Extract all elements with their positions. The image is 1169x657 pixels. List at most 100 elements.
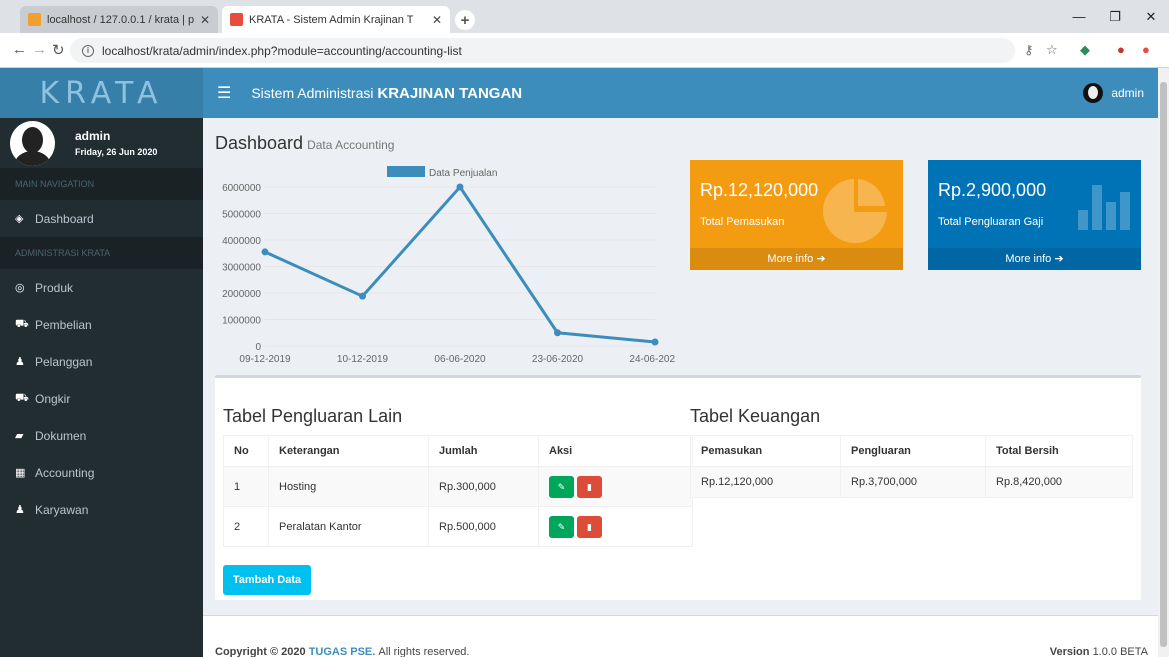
truck-icon: ⛟ <box>15 391 29 404</box>
y-tick-label: 4000000 <box>222 236 261 247</box>
more-info-link[interactable]: More info ➔ <box>928 248 1141 270</box>
y-tick-label: 5000000 <box>222 210 261 221</box>
close-window-button[interactable]: ✕ <box>1133 0 1169 33</box>
user-icon: ♟ <box>15 356 25 368</box>
key-icon[interactable]: ⚷ <box>1024 42 1034 58</box>
version-number: 1.0.0 BETA <box>1092 646 1148 657</box>
sidebar-item-ongkir[interactable]: ⛟ Ongkir <box>0 380 203 417</box>
scrollbar-thumb[interactable] <box>1160 82 1167 647</box>
y-tick-label: 1000000 <box>222 316 261 327</box>
sidebar-item-label: Pelanggan <box>35 354 93 369</box>
cell-jumlah: Rp.500,000 <box>428 506 539 547</box>
legend-label: Data Penjualan <box>429 168 497 179</box>
reload-icon[interactable]: ↻ <box>52 41 65 59</box>
app-title-bold: KRAJINAN TANGAN <box>377 84 523 102</box>
page-scrollbar[interactable] <box>1158 68 1169 657</box>
browser-tab-phpmyadmin[interactable]: localhost / 127.0.0.1 / krata | php ✕ <box>20 6 218 33</box>
section-header-main: MAIN NAVIGATION <box>0 168 203 200</box>
edit-icon: ✎ <box>557 481 566 492</box>
data-point <box>651 338 659 346</box>
sidebar-user-date: Friday, 26 Jun 2020 <box>75 147 158 157</box>
new-tab-button[interactable]: + <box>455 10 475 30</box>
user-icon: ♟ <box>15 504 25 516</box>
data-point <box>456 183 464 191</box>
cell-no: 2 <box>223 506 269 547</box>
column-header: Pengluaran <box>840 435 986 467</box>
legend-swatch <box>387 166 425 177</box>
sidebar-item-dokumen[interactable]: ▰ Dokumen <box>0 417 203 454</box>
x-tick-label: 10-12-2019 <box>337 354 389 365</box>
section-header-admin: ADMINISTRASI KRATA <box>0 237 203 269</box>
extension-icon[interactable]: ● <box>1142 42 1150 57</box>
column-header: Aksi <box>538 435 693 467</box>
info-box-value: Rp.2,900,000 <box>938 180 1047 200</box>
forward-arrow-icon[interactable]: → <box>32 41 47 58</box>
table-row: 1 Hosting Rp.300,000 ✎ ▮ <box>223 466 693 507</box>
delete-button[interactable]: ▮ <box>577 515 602 538</box>
y-tick-label: 0 <box>255 342 261 353</box>
edit-icon: ✎ <box>557 521 566 532</box>
back-arrow-icon[interactable]: ← <box>12 41 27 58</box>
sidebar-item-dashboard[interactable]: ◈ Dashboard <box>0 200 203 237</box>
app-title: Sistem Administrasi KRAJINAN TANGAN <box>251 85 522 102</box>
more-info-text: More info <box>1005 253 1052 265</box>
edit-button[interactable]: ✎ <box>549 515 574 538</box>
pie-chart-icon <box>823 176 890 243</box>
delete-button[interactable]: ▮ <box>577 475 602 498</box>
cart-icon: ⛟ <box>15 317 29 330</box>
more-info-link[interactable]: More info ➔ <box>690 248 903 270</box>
copyright: Copyright © 2020 TUGAS PSE. All rights r… <box>215 646 469 657</box>
minimize-button[interactable]: — <box>1061 0 1097 33</box>
app-logo[interactable]: KRATA <box>0 68 203 118</box>
finance-table-title: Tabel Keuangan <box>690 406 821 426</box>
book-icon: ▰ <box>15 430 24 442</box>
close-icon[interactable]: ✕ <box>200 13 210 27</box>
maximize-button[interactable]: ❐ <box>1097 0 1133 33</box>
sidebar-item-label: Karyawan <box>35 502 89 517</box>
url-field[interactable]: i localhost/krata/admin/index.php?module… <box>70 38 1015 63</box>
sidebar-item-karyawan[interactable]: ♟ Karyawan <box>0 491 203 528</box>
expense-table-title: Tabel Pengluaran Lain <box>223 406 403 426</box>
cell-jumlah: Rp.300,000 <box>428 466 539 507</box>
bar-chart-icon <box>1078 185 1130 230</box>
expense-table: No Keterangan Jumlah Aksi 1 Hosting Rp.3… <box>223 435 693 547</box>
app-title-prefix: Sistem Administrasi <box>251 84 374 101</box>
sidebar-item-produk[interactable]: ◎ Produk <box>0 269 203 306</box>
info-icon[interactable]: i <box>82 44 94 57</box>
calculator-icon: ▦ <box>15 467 26 479</box>
browser-tab-bar: localhost / 127.0.0.1 / krata | php ✕ KR… <box>0 0 1169 33</box>
close-icon[interactable]: ✕ <box>432 13 442 27</box>
chart-svg: 0 1000000 2000000 3000000 4000000 5000000 6000… <box>222 166 681 365</box>
column-header: Total Bersih <box>985 435 1133 467</box>
brand-link[interactable]: TUGAS PSE. <box>309 646 376 657</box>
x-tick-label: 24-06-2020 <box>629 354 675 365</box>
page-title-text: Dashboard <box>215 133 304 153</box>
add-data-button[interactable]: Tambah Data <box>223 565 311 595</box>
column-header: Jumlah <box>428 435 539 467</box>
sidebar-item-pelanggan[interactable]: ♟ Pelanggan <box>0 343 203 380</box>
data-point <box>261 248 269 256</box>
hamburger-menu-icon[interactable]: ☰ <box>217 83 231 103</box>
edit-button[interactable]: ✎ <box>549 475 574 498</box>
y-tick-label: 2000000 <box>222 289 261 300</box>
tables-panel: Tabel Pengluaran Lain No Keterangan Juml… <box>215 375 1141 600</box>
extension-icon[interactable]: ● <box>1117 42 1125 57</box>
sidebar-item-accounting[interactable]: ▦ Accounting <box>0 454 203 491</box>
extension-icon[interactable]: ◆ <box>1080 42 1090 58</box>
url-text: localhost/krata/admin/index.php?module=a… <box>102 43 462 58</box>
krata-favicon-icon <box>230 13 243 26</box>
user-menu[interactable]: admin <box>1083 83 1144 103</box>
sidebar-user-name: admin <box>75 129 111 143</box>
series-line <box>264 185 656 344</box>
star-icon[interactable]: ☆ <box>1046 42 1058 58</box>
sidebar-item-label: Dokumen <box>35 428 87 443</box>
info-box-label: Total Pemasukan <box>700 216 785 228</box>
trash-icon: ▮ <box>587 481 592 492</box>
tab-title: KRATA - Sistem Admin Krajinan T <box>249 13 414 26</box>
user-panel: admin Friday, 26 Jun 2020 <box>0 118 203 168</box>
page-title: Dashboard Data Accounting <box>215 133 394 154</box>
sidebar-item-pembelian[interactable]: ⛟ Pembelian <box>0 306 203 343</box>
cell-aksi: ✎ ▮ <box>538 506 693 547</box>
browser-tab-krata[interactable]: KRATA - Sistem Admin Krajinan T ✕ <box>222 6 450 33</box>
data-point <box>554 329 561 337</box>
